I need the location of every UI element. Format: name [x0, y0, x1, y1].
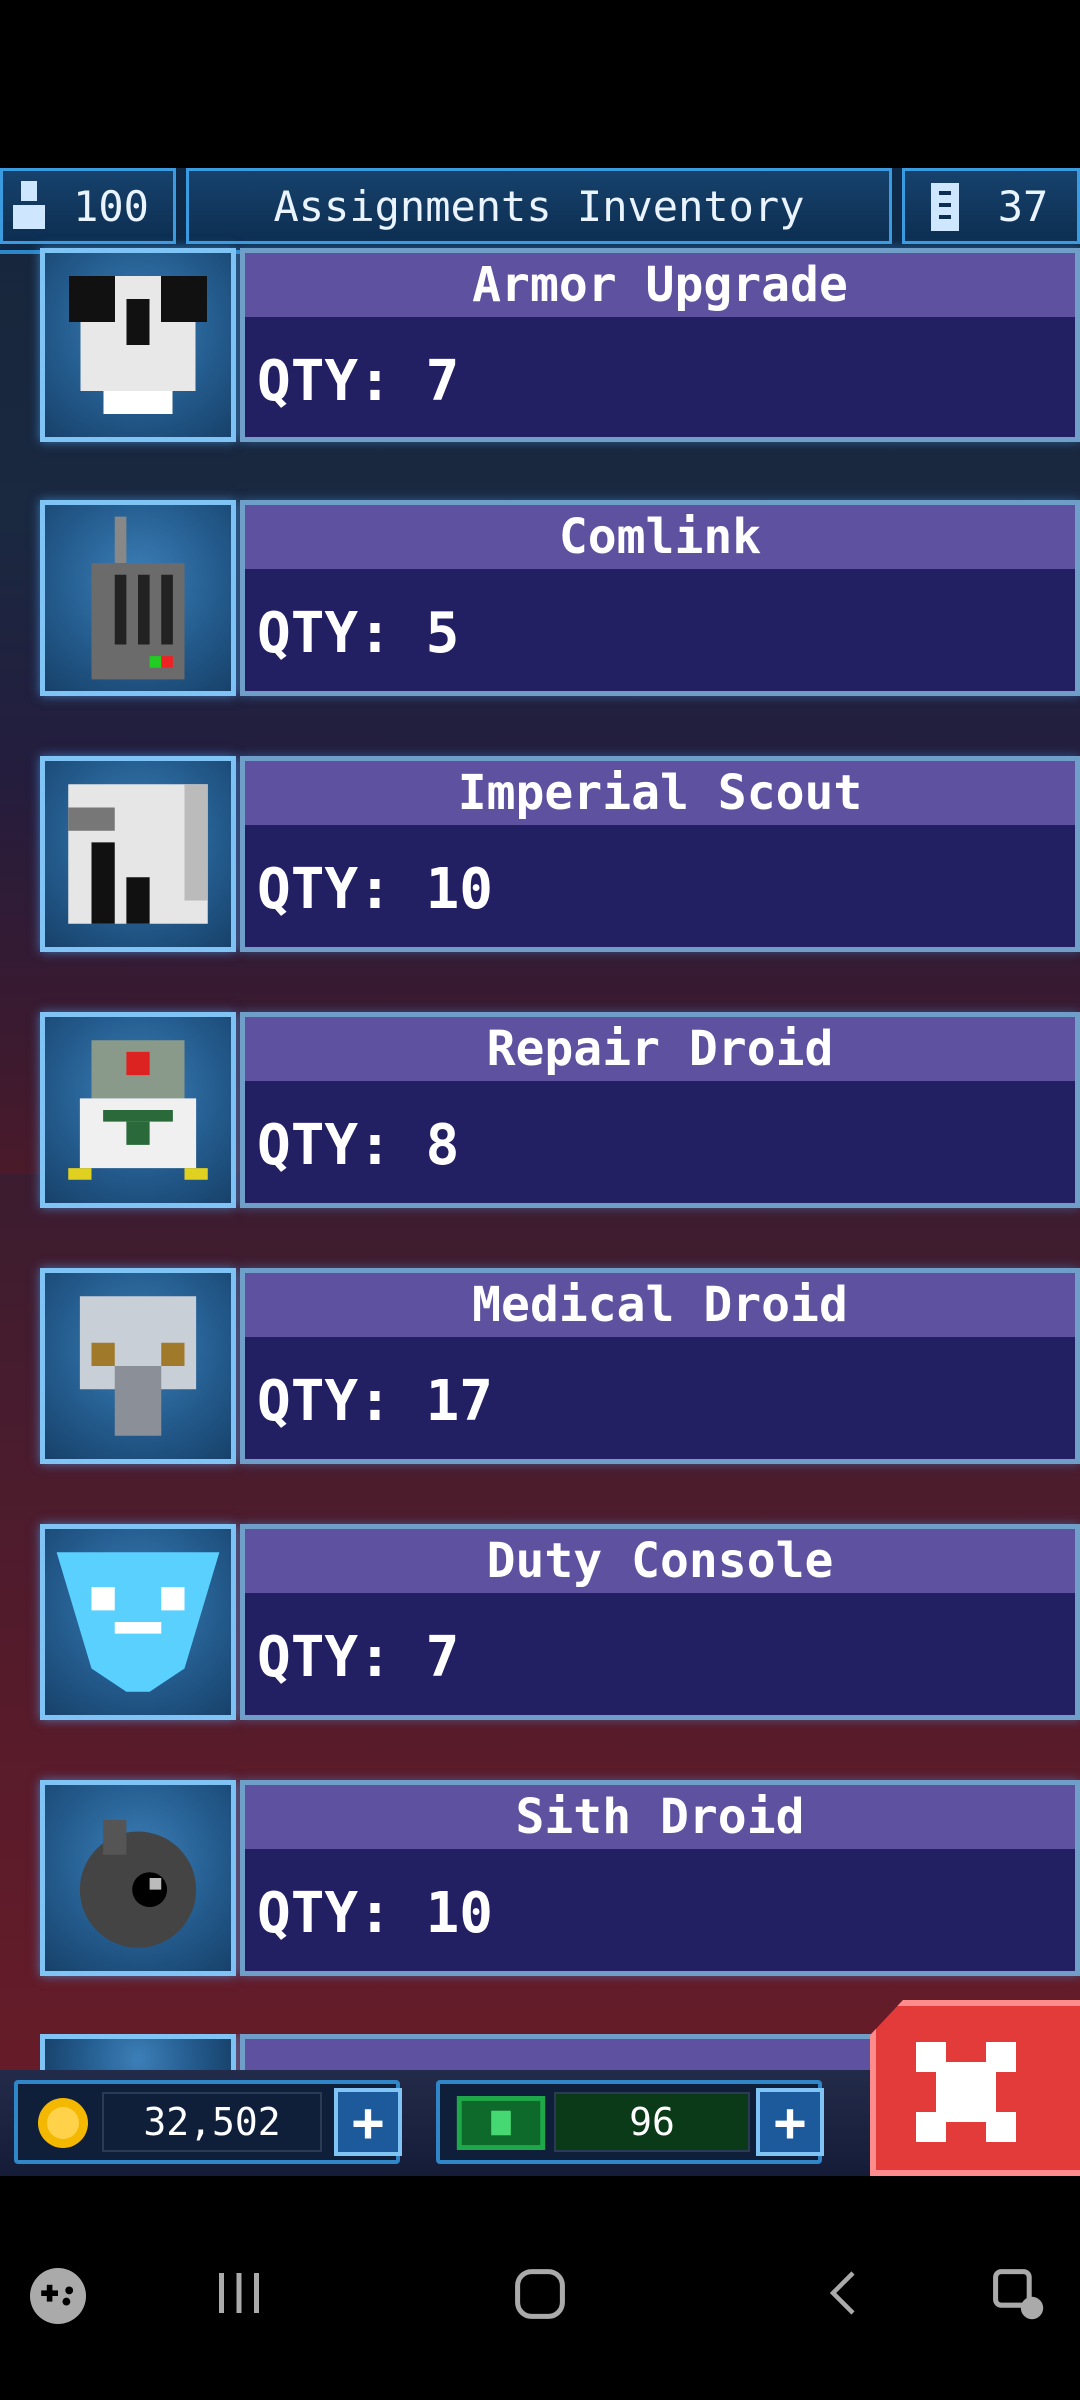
coin-count: 32,502 [102, 2092, 322, 2152]
sith-droid-icon [79, 1819, 197, 1948]
item-panel: Armor Upgrade QTY: 7 [240, 248, 1080, 442]
item-qty: QTY: 8 [257, 1113, 460, 1178]
comlink-icon [91, 516, 185, 680]
item-thumbnail [40, 756, 236, 952]
bux-count: 96 [554, 2092, 750, 2152]
repair-droid-icon [68, 1040, 208, 1180]
item-panel: Repair Droid QTY: 8 [240, 1012, 1080, 1208]
list-item[interactable]: Duty Console QTY: 7 [40, 1524, 1080, 1734]
crew-count: 100 [73, 181, 149, 231]
item-thumbnail [40, 1780, 236, 1976]
bux-balance: 96 + [436, 2080, 824, 2164]
item-panel: Comlink QTY: 5 [240, 500, 1080, 696]
item-name: Duty Console [245, 1529, 1075, 1593]
add-bux-button[interactable]: + [756, 2088, 824, 2156]
game-launcher-icon[interactable] [30, 2268, 86, 2324]
system-nav-bar [0, 2176, 1080, 2400]
item-qty: QTY: 7 [257, 349, 460, 414]
armor-icon [69, 276, 207, 414]
coin-icon [38, 2098, 88, 2148]
item-name: Sith Droid [245, 1785, 1075, 1849]
list-item[interactable]: Repair Droid QTY: 8 [40, 1012, 1080, 1222]
page-title-box: Assignments Inventory [186, 168, 892, 244]
scout-helmet-icon [68, 784, 208, 924]
top-bar: 100 Assignments Inventory 37 [0, 168, 1080, 254]
recent-apps-icon[interactable] [214, 2268, 264, 2318]
item-thumbnail [40, 1524, 236, 1720]
bux-icon [456, 2096, 546, 2150]
item-thumbnail [40, 2034, 236, 2074]
item-qty: QTY: 10 [257, 1881, 494, 1946]
item-panel: Duty Console QTY: 7 [240, 1524, 1080, 1720]
item-name: Armor Upgrade [245, 253, 1075, 317]
home-icon[interactable] [512, 2266, 568, 2322]
item-thumbnail [40, 500, 236, 696]
item-qty: QTY: 7 [257, 1625, 460, 1690]
item-name: Imperial Scout [245, 761, 1075, 825]
list-item[interactable]: Comlink QTY: 5 [40, 500, 1080, 710]
item-panel: Imperial Scout QTY: 10 [240, 756, 1080, 952]
item-qty: QTY: 5 [257, 601, 460, 666]
level-counter: 37 [902, 168, 1080, 244]
close-icon [916, 2042, 1016, 2142]
list-item[interactable]: Imperial Scout QTY: 10 [40, 756, 1080, 966]
list-item[interactable]: Sith Droid QTY: 10 [40, 1780, 1080, 1990]
coin-balance: 32,502 + [14, 2080, 402, 2164]
level-count: 37 [997, 181, 1049, 231]
crew-counter: 100 [0, 168, 176, 244]
item-name: Repair Droid [245, 1017, 1075, 1081]
item-name: Comlink [245, 505, 1075, 569]
item-thumbnail [40, 1012, 236, 1208]
add-coins-button[interactable]: + [334, 2088, 402, 2156]
item-qty: QTY: 10 [257, 857, 494, 922]
item-qty: QTY: 17 [257, 1369, 494, 1434]
list-item[interactable]: Medical Droid QTY: 17 [40, 1268, 1080, 1478]
list-item[interactable]: Armor Upgrade QTY: 7 [40, 248, 1080, 462]
item-name: Medical Droid [245, 1273, 1075, 1337]
medical-droid-icon [79, 1296, 197, 1436]
page-title: Assignments Inventory [273, 181, 805, 231]
person-icon [13, 181, 45, 229]
item-panel: Medical Droid QTY: 17 [240, 1268, 1080, 1464]
console-icon [56, 1552, 220, 1692]
item-thumbnail [40, 1268, 236, 1464]
close-button[interactable] [870, 2000, 1080, 2176]
item-thumbnail [40, 248, 236, 442]
item-panel: Sith Droid QTY: 10 [240, 1780, 1080, 1976]
back-icon[interactable] [818, 2268, 868, 2318]
accessibility-icon[interactable] [990, 2266, 1046, 2322]
building-icon [931, 183, 959, 231]
